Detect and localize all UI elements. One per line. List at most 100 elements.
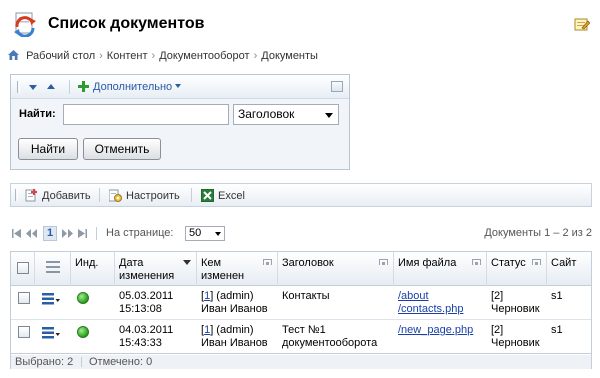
- file-link[interactable]: /new_page.php: [398, 324, 473, 336]
- row-checkbox[interactable]: [18, 292, 30, 304]
- status-indicator-icon: [77, 326, 89, 338]
- breadcrumb-item-content[interactable]: Контент: [107, 50, 148, 62]
- selected-count: Выбрано: 2: [15, 356, 74, 368]
- date-modified-time: 15:13:08: [119, 303, 162, 315]
- move-up-icon[interactable]: [47, 84, 55, 89]
- column-indicator-label: Инд.: [75, 257, 99, 269]
- footer-divider: [81, 357, 82, 367]
- column-title[interactable]: Заголовок: [278, 252, 394, 286]
- row-actions-menu-icon[interactable]: [42, 327, 60, 339]
- first-page-icon[interactable]: [12, 229, 21, 238]
- column-filter-icon[interactable]: [263, 259, 272, 265]
- modified-by-name: Иван Иванов: [201, 337, 268, 349]
- per-page-value: 50: [189, 227, 202, 239]
- column-settings-column: [35, 252, 71, 286]
- user-link[interactable]: 1: [204, 290, 210, 302]
- modified-by-line: [1] (admin): [201, 290, 254, 302]
- toolbar-divider: [191, 188, 192, 202]
- list-icon[interactable]: [46, 261, 60, 273]
- breadcrumb-separator: ›: [99, 50, 103, 62]
- more-filters-label: Дополнительно: [93, 81, 173, 93]
- status-id: [2]: [491, 324, 504, 336]
- add-button-label: Добавить: [42, 190, 91, 202]
- status-name: Черновик: [491, 337, 540, 349]
- date-modified-date: 04.03.2011: [119, 324, 174, 336]
- column-modified-by[interactable]: Кем изменен: [197, 252, 278, 286]
- plus-icon[interactable]: [78, 81, 89, 92]
- column-indicator[interactable]: Инд.: [71, 252, 115, 286]
- settings-button[interactable]: Настроить: [109, 189, 180, 202]
- table-row[interactable]: 05.03.2011 15:13:08 [1] (admin) Иван Ива…: [11, 287, 591, 320]
- date-modified-date: 05.03.2011: [119, 290, 174, 302]
- row-actions-menu-icon[interactable]: [42, 293, 60, 305]
- last-page-icon[interactable]: [78, 229, 87, 238]
- drag-handle-icon[interactable]: [15, 189, 18, 201]
- breadcrumb-separator: ›: [253, 50, 258, 62]
- title-bar: Список документов: [6, 8, 594, 40]
- column-filter-icon[interactable]: [379, 259, 388, 265]
- status-indicator-icon: [77, 292, 89, 304]
- title-cell: Тест №1 документооборота: [278, 321, 394, 354]
- column-file-name-label: Имя файла: [398, 257, 457, 269]
- column-status[interactable]: Статус: [487, 252, 547, 286]
- breadcrumb-item-documents[interactable]: Документы: [261, 50, 318, 62]
- settings-icon: [109, 189, 122, 202]
- move-down-icon[interactable]: [29, 85, 37, 90]
- column-filter-icon[interactable]: [532, 259, 541, 265]
- select-all-column: [11, 252, 35, 286]
- breadcrumb: Рабочий стол › Контент › Документооборот › Док…: [8, 50, 318, 62]
- table-footer: Выбрано: 2 Отмечено: 0: [11, 355, 591, 369]
- excel-icon: [201, 189, 214, 202]
- table-row[interactable]: 04.03.2011 15:43:33 [1] (admin) Иван Ива…: [11, 321, 591, 354]
- file-link[interactable]: /about/contacts.php: [398, 290, 463, 315]
- excel-button[interactable]: Excel: [201, 189, 245, 202]
- status-cell: [2] Черновик: [487, 287, 547, 320]
- edit-page-icon[interactable]: [574, 16, 590, 32]
- column-modified-by-line2: изменен: [201, 270, 245, 282]
- pager: 1 На странице: 50 Документы 1 – 2 из 2: [10, 226, 594, 242]
- file-name-cell: /about/contacts.php: [394, 287, 487, 320]
- date-modified-time: 15:43:33: [119, 337, 162, 349]
- collapse-panel-icon[interactable]: [331, 81, 343, 92]
- date-modified-cell: 04.03.2011 15:43:33: [115, 321, 197, 354]
- status-name: Черновик: [491, 303, 540, 315]
- breadcrumb-item-workflow[interactable]: Документооборот: [159, 50, 249, 62]
- breadcrumb-item-desktop[interactable]: Рабочий стол: [26, 50, 95, 62]
- column-file-name[interactable]: Имя файла: [394, 252, 487, 286]
- column-date-modified[interactable]: Дата изменения: [115, 252, 197, 286]
- add-button[interactable]: Добавить: [25, 189, 91, 202]
- select-all-checkbox[interactable]: [17, 262, 29, 274]
- table-header: Инд. Дата изменения Кем изменен Заголово…: [11, 252, 591, 286]
- documents-table: Инд. Дата изменения Кем изменен Заголово…: [10, 251, 592, 369]
- more-filters-dropdown[interactable]: Дополнительно: [93, 81, 182, 93]
- row-checkbox[interactable]: [18, 326, 30, 338]
- column-filter-icon[interactable]: [472, 259, 481, 265]
- modified-by-cell: [1] (admin) Иван Иванов: [197, 321, 278, 354]
- cancel-button[interactable]: Отменить: [83, 138, 161, 160]
- status-id: [2]: [491, 290, 504, 302]
- modified-by-name: Иван Иванов: [201, 303, 268, 315]
- user-link[interactable]: 1: [204, 324, 210, 336]
- file-name-cell: /new_page.php: [394, 321, 487, 354]
- pager-divider: [96, 227, 97, 240]
- main-toolbar: Добавить Настроить Excel: [10, 183, 592, 207]
- next-page-icon[interactable]: [62, 229, 73, 238]
- search-field-select[interactable]: Заголовок: [233, 104, 339, 125]
- chevron-down-icon: [175, 84, 182, 88]
- find-input[interactable]: [63, 104, 229, 125]
- drag-handle-icon[interactable]: [17, 81, 20, 93]
- find-button[interactable]: Найти: [18, 138, 78, 160]
- checked-count: Отмечено: 0: [89, 356, 153, 368]
- per-page-select[interactable]: 50: [185, 226, 225, 241]
- sort-descending-icon[interactable]: [183, 260, 191, 265]
- excel-button-label: Excel: [218, 190, 245, 202]
- per-page-label: На странице:: [106, 227, 174, 239]
- current-page[interactable]: 1: [43, 226, 57, 241]
- column-site[interactable]: Сайт: [547, 252, 591, 286]
- toolbar-divider: [69, 80, 70, 94]
- previous-page-icon[interactable]: [26, 229, 37, 238]
- home-icon[interactable]: [8, 50, 19, 60]
- search-field-select-value: Заголовок: [238, 107, 295, 121]
- site-cell: s1: [551, 290, 563, 302]
- chevron-down-icon: [325, 113, 333, 118]
